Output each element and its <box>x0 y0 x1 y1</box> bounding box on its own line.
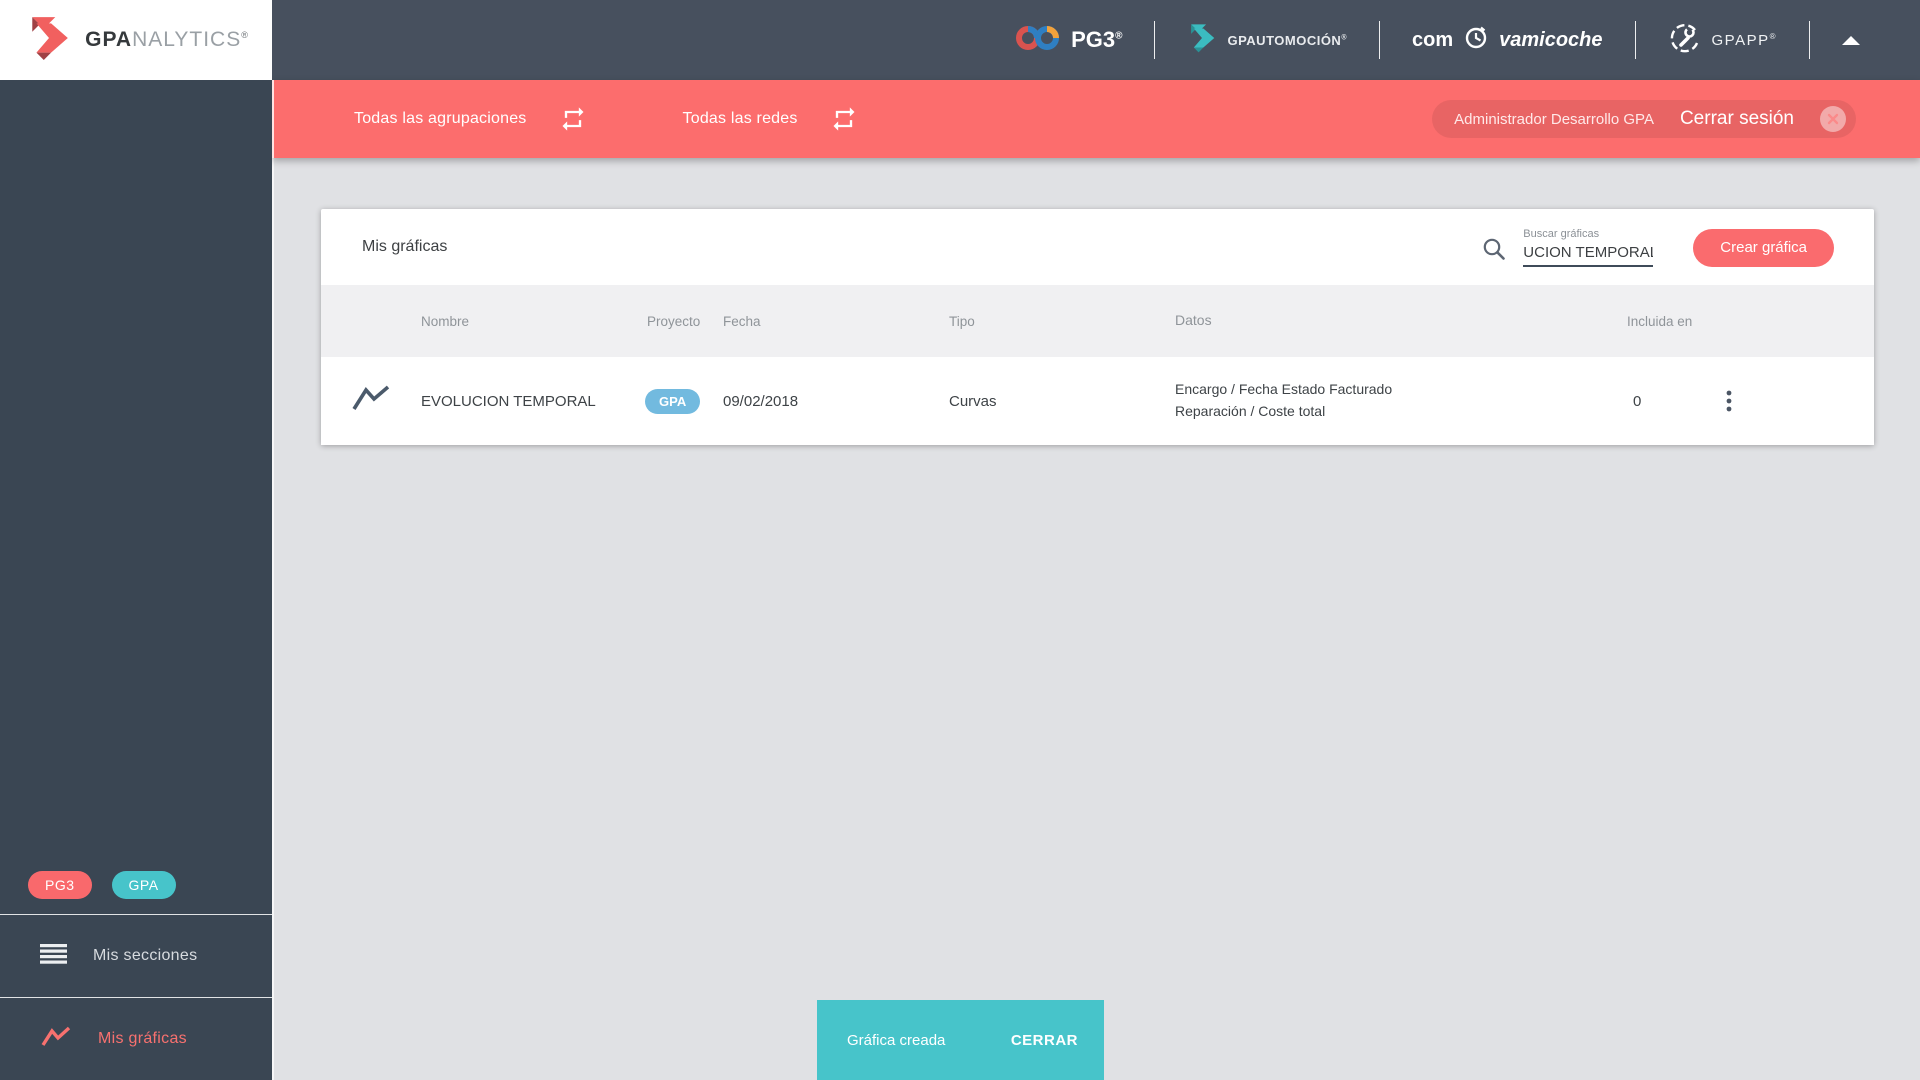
included-in-count: 0 <box>1633 392 1642 410</box>
column-header-datos: Datos <box>1175 312 1212 329</box>
comprovamicoche-pre: com <box>1412 28 1454 51</box>
header-divider <box>1154 21 1156 59</box>
header-divider <box>1634 21 1636 59</box>
toast-snackbar: Gráfica creada CERRAR <box>817 1000 1104 1080</box>
table-row[interactable]: EVOLUCION TEMPORAL GPA 09/02/2018 Curvas… <box>321 357 1874 445</box>
project-badge: GPA <box>645 388 701 414</box>
comprovamicoche-post: vamicoche <box>1499 28 1603 51</box>
cell-data-line2: Reparación / Coste total <box>1175 403 1326 419</box>
menu-icon <box>40 943 67 970</box>
top-header: PG3® GPAUTOMOCIÓN® com vamicoche GPAPP® <box>272 0 1920 80</box>
gpa-analytics-arrow-icon <box>23 15 75 66</box>
pg3-wordmark: PG3® <box>1071 27 1123 52</box>
sidebar-item-mis-secciones[interactable]: Mis secciones <box>0 915 272 997</box>
gpautomocion-logo[interactable]: GPAUTOMOCIÓN® <box>1187 23 1347 58</box>
search-field-label: Buscar gráficas <box>1523 227 1600 240</box>
header-divider <box>1379 21 1380 59</box>
filter-bar: Todas las agrupaciones Todas las redes A… <box>272 80 1920 158</box>
sidebar-item-label: Mis secciones <box>93 947 198 964</box>
search-group: Buscar gráficas Crear gráfica <box>1481 228 1834 267</box>
pg3-infinity-icon <box>1015 22 1061 59</box>
user-session-pill: Administrador Desarrollo GPA Cerrar sesi… <box>1432 100 1856 138</box>
cell-name: EVOLUCION TEMPORAL <box>421 392 596 410</box>
gpapp-wordmark: GPAPP® <box>1711 31 1777 49</box>
logout-close-icon[interactable] <box>1820 106 1846 132</box>
column-header-proyecto: Proyecto <box>647 313 701 329</box>
search-icon <box>1481 236 1507 262</box>
cell-type: Curvas <box>949 392 997 410</box>
comprovamicoche-logo[interactable]: com vamicoche <box>1412 24 1603 56</box>
column-header-tipo: Tipo <box>949 313 975 329</box>
swap-networks-icon[interactable] <box>830 105 858 133</box>
page-title: Mis gráficas <box>362 238 448 255</box>
search-field-wrap: Buscar gráficas <box>1523 227 1654 267</box>
cell-date: 09/02/2018 <box>723 392 799 410</box>
cell-data: Encargo / Fecha Estado Facturado Reparac… <box>1175 379 1627 422</box>
sidebar: GPANALYTICS® PG3 GPA Mis secciones Mis g… <box>0 0 272 1080</box>
user-name: Administrador Desarrollo GPA <box>1454 110 1654 128</box>
sidebar-item-mis-graficas[interactable]: Mis gráficas <box>0 998 272 1080</box>
content-area: Mis gráficas Buscar gráficas Crear gráfi… <box>272 158 1920 1080</box>
cell-actions <box>1711 388 1874 414</box>
table-header-row: Nombre Proyecto Fecha Tipo Datos Incluid… <box>321 285 1874 357</box>
column-header-fecha: Fecha <box>723 313 761 329</box>
brand-wordmark: GPANALYTICS® <box>85 28 249 51</box>
toast-close-button[interactable]: CERRAR <box>1001 1022 1088 1059</box>
chart-line-icon <box>40 1025 72 1054</box>
sidebar-badges: PG3 GPA <box>0 856 272 914</box>
cell-project: GPA <box>645 388 723 414</box>
kebab-menu-icon[interactable] <box>1717 388 1741 414</box>
toast-message: Gráfica creada <box>847 1031 946 1049</box>
cell-included-in: 0 <box>1627 393 1711 410</box>
collapse-caret-icon[interactable] <box>1842 35 1860 45</box>
search-input[interactable] <box>1523 241 1654 267</box>
gpa-badge[interactable]: GPA <box>111 871 176 899</box>
swap-groupings-icon[interactable] <box>559 105 587 133</box>
header-divider <box>1809 21 1810 59</box>
charts-card: Mis gráficas Buscar gráficas Crear gráfi… <box>321 209 1874 445</box>
gpapp-logo[interactable]: GPAPP® <box>1668 21 1777 60</box>
column-header-incluida-en: Incluida en <box>1627 313 1693 329</box>
sidebar-item-label: Mis gráficas <box>98 1030 187 1047</box>
wrench-gauge-icon <box>1668 21 1702 60</box>
networks-filter[interactable]: Todas las redes <box>683 110 798 128</box>
logout-button[interactable]: Cerrar sesión <box>1680 108 1794 130</box>
card-header: Mis gráficas Buscar gráficas Crear gráfi… <box>321 209 1874 285</box>
gpa-analytics-logo[interactable]: GPANALYTICS® <box>0 0 272 80</box>
row-type-icon-cell <box>321 383 421 419</box>
pg3-logo[interactable]: PG3® <box>1015 22 1122 59</box>
gpautomocion-wordmark: GPAUTOMOCIÓN® <box>1227 32 1347 48</box>
pg3-badge[interactable]: PG3 <box>28 871 92 899</box>
stopwatch-icon <box>1463 24 1489 56</box>
column-header-nombre: Nombre <box>421 313 470 329</box>
cell-data-line1: Encargo / Fecha Estado Facturado <box>1175 381 1393 398</box>
groupings-filter[interactable]: Todas las agrupaciones <box>354 110 527 128</box>
gpautomocion-arrow-icon <box>1187 23 1217 58</box>
create-chart-button[interactable]: Crear gráfica <box>1693 228 1834 267</box>
chart-line-icon <box>350 383 392 419</box>
